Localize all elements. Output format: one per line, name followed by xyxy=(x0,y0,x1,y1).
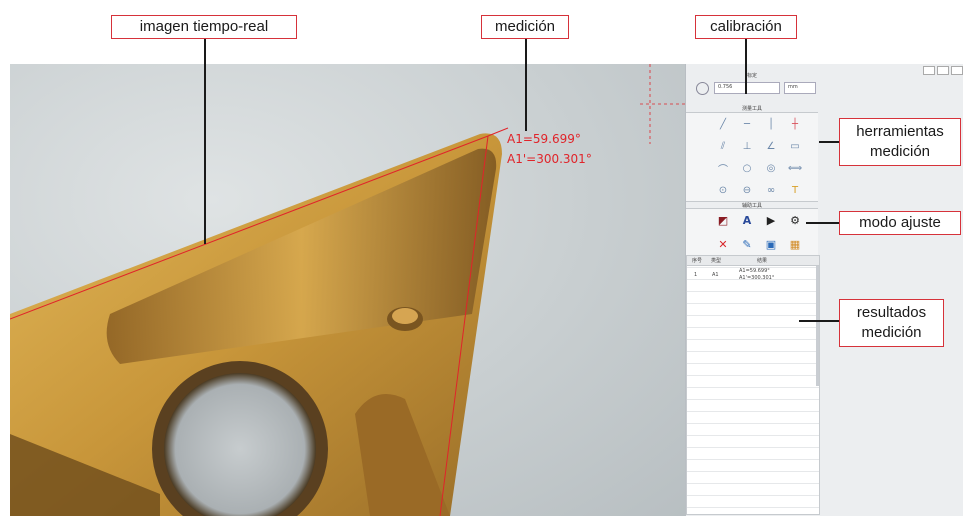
angle-readout-1: A1=59.699° xyxy=(507,132,581,146)
minimize-button[interactable] xyxy=(923,66,935,75)
maximize-button[interactable] xyxy=(937,66,949,75)
callout-results: resultados medición xyxy=(839,299,944,347)
calibration-title: 标定 xyxy=(746,73,757,79)
live-camera-view[interactable]: A1=59.699° A1'=300.301° xyxy=(10,64,685,516)
angle-readout-2: A1'=300.301° xyxy=(507,152,592,166)
results-header: 序号 类型 结果 xyxy=(687,256,819,266)
perpendicular-icon[interactable]: ⊥ xyxy=(739,139,755,153)
edit-icon[interactable]: ✎ xyxy=(738,236,756,252)
leader-live-image xyxy=(204,39,206,244)
calibration-icon[interactable] xyxy=(696,82,709,95)
col-type: 类型 xyxy=(711,258,722,264)
delete-icon[interactable]: ✕ xyxy=(714,236,732,252)
callout-calibration: calibración xyxy=(695,15,797,39)
leader-measurement xyxy=(525,39,527,131)
leader-tools xyxy=(819,141,839,143)
distance-icon[interactable]: ⟺ xyxy=(787,161,803,175)
concentric-circle-icon[interactable]: ◎ xyxy=(763,161,779,175)
leader-adjust-mode xyxy=(806,222,839,224)
col-no: 序号 xyxy=(692,258,703,264)
angle-icon[interactable]: ∠ xyxy=(763,139,779,153)
calibration-select[interactable]: 0.756 xyxy=(714,82,780,94)
arc-icon[interactable]: ⌒ xyxy=(715,161,731,176)
export-image-icon[interactable]: ▦ xyxy=(786,236,804,252)
point-circle-icon[interactable]: ⊙ xyxy=(715,183,731,197)
text-style-icon[interactable]: A xyxy=(738,212,756,228)
table-row[interactable]: 1 A1 A1=59.699° A1'=300.301° xyxy=(687,267,819,287)
parallel-line-icon[interactable]: ⫽ xyxy=(715,139,731,153)
leader-results xyxy=(799,320,839,322)
window-buttons xyxy=(923,66,963,75)
vertical-line-icon[interactable]: │ xyxy=(763,117,779,131)
horizontal-line-icon[interactable]: ─ xyxy=(739,117,755,131)
results-table: 序号 类型 结果 1 A1 A1=59.699° A1'=300.301° xyxy=(686,255,820,515)
insert-image xyxy=(10,64,685,516)
crosshair-icon[interactable]: ┼ xyxy=(787,117,803,131)
save-image-icon[interactable]: ▣ xyxy=(762,236,780,252)
leader-calibration xyxy=(745,39,747,94)
col-result: 结果 xyxy=(757,258,768,264)
results-scrollbar[interactable] xyxy=(816,266,819,386)
callout-adjust-mode: modo ajuste xyxy=(839,211,961,235)
text-icon[interactable]: T xyxy=(787,183,803,197)
rectangle-icon[interactable]: ▭ xyxy=(787,139,803,153)
circle-line-icon[interactable]: ⊖ xyxy=(739,183,755,197)
circle-icon[interactable]: ○ xyxy=(739,161,755,175)
two-circle-icon[interactable]: ∞ xyxy=(763,183,779,197)
line-icon[interactable]: ╱ xyxy=(715,117,731,131)
tools-title: 测量工具 xyxy=(741,106,762,112)
callout-live-image: imagen tiempo-real xyxy=(111,15,297,39)
play-icon[interactable]: ▶ xyxy=(762,212,780,228)
close-button[interactable] xyxy=(951,66,963,75)
callout-measurement: medición xyxy=(481,15,569,39)
settings-icon[interactable]: ⚙ xyxy=(786,212,804,228)
color-fill-icon[interactable]: ◩ xyxy=(714,212,732,228)
unit-select[interactable]: mm xyxy=(784,82,816,94)
callout-tools: herramientas medición xyxy=(839,118,961,166)
